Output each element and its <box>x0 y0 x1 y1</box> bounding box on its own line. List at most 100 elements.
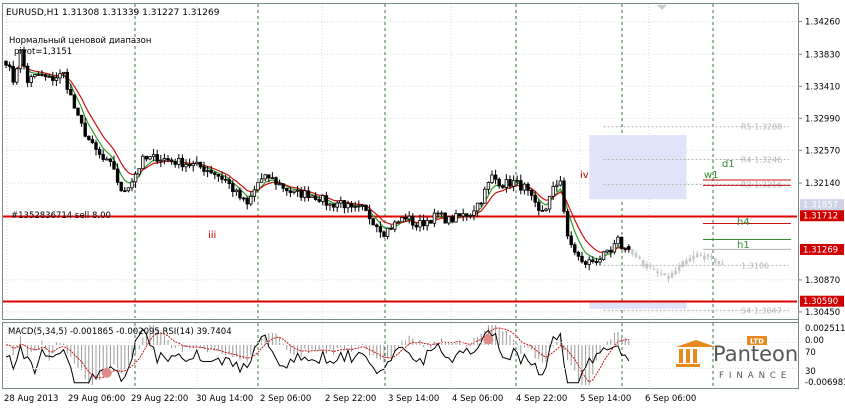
candle-body <box>11 66 15 83</box>
candle-body <box>126 187 131 192</box>
forecast-candle-body <box>667 276 670 279</box>
candle-body <box>187 164 192 167</box>
forecast-candle-body <box>631 249 634 254</box>
candle-body <box>537 201 541 211</box>
ghost-level-label: S4 1.3047 <box>741 306 782 315</box>
candle-body <box>627 246 631 250</box>
candle-body <box>119 181 123 192</box>
candle-body <box>76 107 80 116</box>
candle-body <box>508 179 512 187</box>
candle-body <box>490 174 494 183</box>
candle-body <box>594 261 599 263</box>
time-label: 29 Aug 06:00 <box>68 394 125 404</box>
level-label-w1: w1 <box>704 170 719 181</box>
candle-body <box>94 142 98 150</box>
candle-body <box>101 153 105 160</box>
candle-body <box>605 249 609 253</box>
candle-body <box>454 213 458 223</box>
candle-body <box>479 202 483 205</box>
pivot-zone <box>589 135 687 200</box>
candle-body <box>241 197 246 200</box>
price-tick-label: 1.33830 <box>805 50 840 60</box>
candle-body <box>407 215 411 220</box>
candle-body <box>29 76 33 83</box>
candle-body <box>112 161 116 170</box>
forecast-candle-body <box>641 260 645 267</box>
forecast-candle-body <box>717 261 721 265</box>
candle-body <box>97 148 102 155</box>
candle-body <box>540 210 545 212</box>
candle-body <box>562 180 566 212</box>
candle-body <box>346 203 350 209</box>
forecast-candle-body <box>692 255 695 260</box>
panteon-column-icon <box>693 349 697 363</box>
symbol-header: EURUSD,H1 1.31308 1.31339 1.31227 1.3126… <box>6 8 220 18</box>
candle-body <box>274 177 278 185</box>
time-label: 4 Sep 22:00 <box>516 394 567 404</box>
macd-divergence-marker <box>101 367 112 378</box>
candle-body <box>133 173 138 183</box>
time-label: 29 Aug 22:00 <box>131 394 188 404</box>
candle-body <box>227 179 231 184</box>
candle-body <box>169 159 174 163</box>
sub-tick-label: -0.006983 <box>805 378 845 388</box>
candle-body <box>371 218 375 226</box>
time-label: 30 Aug 14:00 <box>196 394 253 404</box>
candle-body <box>436 212 440 215</box>
candle-body <box>360 204 365 207</box>
candle-body <box>256 181 260 191</box>
candle-body <box>612 243 617 253</box>
candle-body <box>558 180 563 186</box>
time-label: 5 Sep 14:00 <box>580 394 631 404</box>
panteon-logo-sub: FINANCE <box>719 371 791 381</box>
candle-body <box>389 227 393 230</box>
candle-body <box>155 154 159 162</box>
price-tag-label: 1.31857 <box>803 201 838 211</box>
price-tick-label: 1.32140 <box>805 179 840 189</box>
candle-body <box>292 190 296 193</box>
candle-body <box>468 214 473 217</box>
candle-body <box>33 74 37 78</box>
candle-body <box>529 190 534 196</box>
order-label[interactable]: #1352836714 sell 8.00 <box>11 211 111 221</box>
chart-canvas[interactable]: R5 1.3288R4 1.3246R3 1.32161.3106S4 1.30… <box>0 0 845 410</box>
candle-body <box>443 212 447 224</box>
sub-tick-label: 0.00 <box>805 336 824 346</box>
candle-body <box>105 158 109 161</box>
candle-body <box>609 249 613 253</box>
candle-body <box>501 185 505 188</box>
forecast-candle-body <box>703 255 706 260</box>
candle-body <box>555 184 559 187</box>
candle-body <box>486 182 491 190</box>
candle-body <box>249 195 253 205</box>
candle-body <box>285 187 289 192</box>
candle-body <box>115 168 120 183</box>
price-tick-label: 1.32990 <box>805 114 840 124</box>
forecast-candle-body <box>677 265 681 271</box>
candle-body <box>504 179 509 188</box>
forecast-candle-body <box>721 263 724 265</box>
candle-body <box>432 212 437 224</box>
sub-tick-label: 30 <box>805 367 816 377</box>
metatrader-chart-window[interactable]: R5 1.3288 R4 1.3246 R3 1.3216 1.3106 S4 1.30… <box>0 0 845 410</box>
candle-body <box>173 161 177 165</box>
candle-body <box>547 195 552 210</box>
panteon-logo-name: Panteon <box>713 342 798 366</box>
sub-tick-label: 0.0025110 <box>805 324 845 334</box>
candle-body <box>151 154 156 158</box>
time-label: 6 Sep 06:00 <box>645 394 696 404</box>
candle-body <box>623 248 627 251</box>
candle-body <box>403 217 408 220</box>
candle-body <box>400 217 404 223</box>
candle-body <box>295 189 300 192</box>
candle-body <box>580 255 584 263</box>
candle-body <box>281 183 285 189</box>
candle-body <box>396 221 401 224</box>
forecast-candle-body <box>670 272 674 278</box>
candle-body <box>198 161 203 168</box>
time-label: 3 Sep 14:00 <box>388 394 439 404</box>
candle-body <box>429 220 433 224</box>
forecast-candle-body <box>685 260 688 264</box>
candle-body <box>522 183 527 191</box>
candle-body <box>382 231 386 237</box>
